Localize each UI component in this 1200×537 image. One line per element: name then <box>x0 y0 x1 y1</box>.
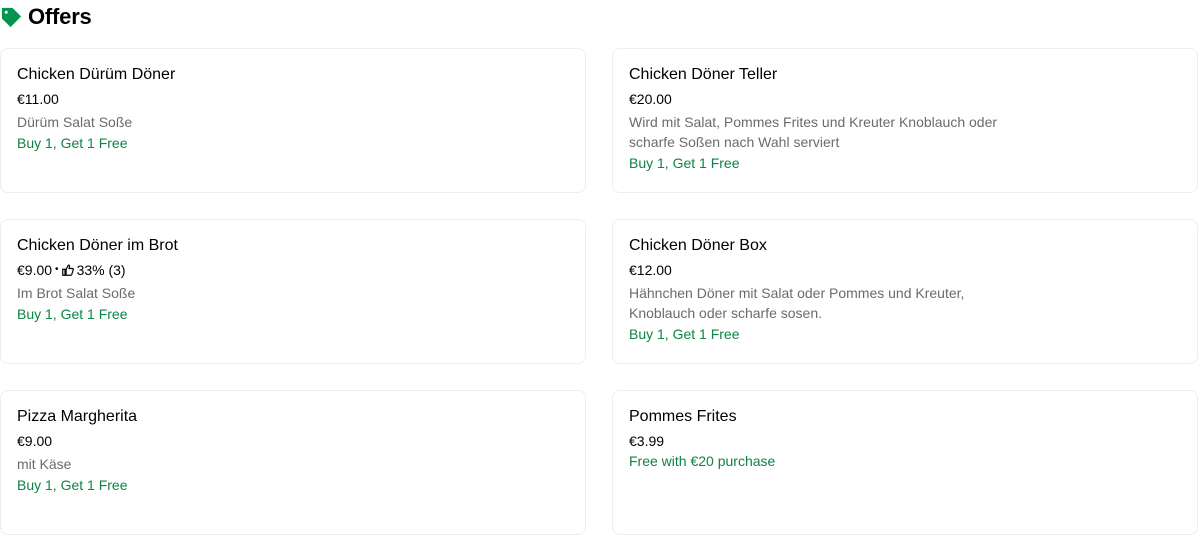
offer-badge: Buy 1, Get 1 Free <box>17 135 128 151</box>
offer-badge: Buy 1, Get 1 Free <box>17 306 128 322</box>
offer-badge: Free with €20 purchase <box>629 453 776 469</box>
item-price: €11.00 <box>17 91 59 107</box>
item-title: Chicken Dürüm Döner <box>17 66 176 83</box>
thumbs-up-icon <box>61 264 74 276</box>
item-price: €9.00 <box>17 262 53 278</box>
item-description: mit Käse <box>17 456 72 472</box>
separator-dot: • <box>55 264 59 275</box>
price-line: €9.00 • 33% (3) <box>17 261 569 279</box>
item-title: Pommes Frites <box>629 408 737 425</box>
item-title: Chicken Döner Teller <box>629 66 778 83</box>
offer-card-chicken-doner-teller[interactable]: Chicken Döner Teller €20.00 Wird mit Sal… <box>612 48 1198 193</box>
section-title: Offers <box>28 4 92 29</box>
offers-header: Offers <box>0 0 92 34</box>
offer-card-chicken-durum-doner[interactable]: Chicken Dürüm Döner €11.00 Dürüm Salat S… <box>0 48 586 193</box>
item-rating: 33% (3) <box>76 262 126 278</box>
offer-card-pommes-frites[interactable]: Pommes Frites €3.99 Free with €20 purcha… <box>612 390 1198 535</box>
offer-badge: Buy 1, Get 1 Free <box>629 155 740 171</box>
item-description: Wird mit Salat, Pommes Frites und Kreute… <box>629 114 998 150</box>
price-line: €3.99 <box>629 432 1181 450</box>
offer-card-chicken-doner-im-brot[interactable]: Chicken Döner im Brot €9.00 • 33% (3) Im… <box>0 219 586 364</box>
item-title: Chicken Döner im Brot <box>17 237 178 254</box>
item-description: Dürüm Salat Soße <box>17 114 133 130</box>
offer-card-pizza-margherita[interactable]: Pizza Margherita €9.00 mit Käse Buy 1, G… <box>0 390 586 535</box>
offer-badge: Buy 1, Get 1 Free <box>17 477 128 493</box>
price-line: €9.00 <box>17 432 569 450</box>
price-line: €11.00 <box>17 90 569 108</box>
offer-badge: Buy 1, Get 1 Free <box>629 326 740 342</box>
tag-icon <box>1 7 22 27</box>
price-line: €20.00 <box>629 90 1181 108</box>
item-description: Hähnchen Döner mit Salat oder Pommes und… <box>629 285 965 321</box>
price-line: €12.00 <box>629 261 1181 279</box>
item-price: €3.99 <box>629 433 665 449</box>
item-title: Chicken Döner Box <box>629 237 767 254</box>
item-description: Im Brot Salat Soße <box>17 285 136 301</box>
item-price: €9.00 <box>17 433 53 449</box>
item-title: Pizza Margherita <box>17 408 138 425</box>
item-price: €20.00 <box>629 91 672 107</box>
item-price: €12.00 <box>629 262 672 278</box>
offer-card-chicken-doner-box[interactable]: Chicken Döner Box €12.00 Hähnchen Döner … <box>612 219 1198 364</box>
